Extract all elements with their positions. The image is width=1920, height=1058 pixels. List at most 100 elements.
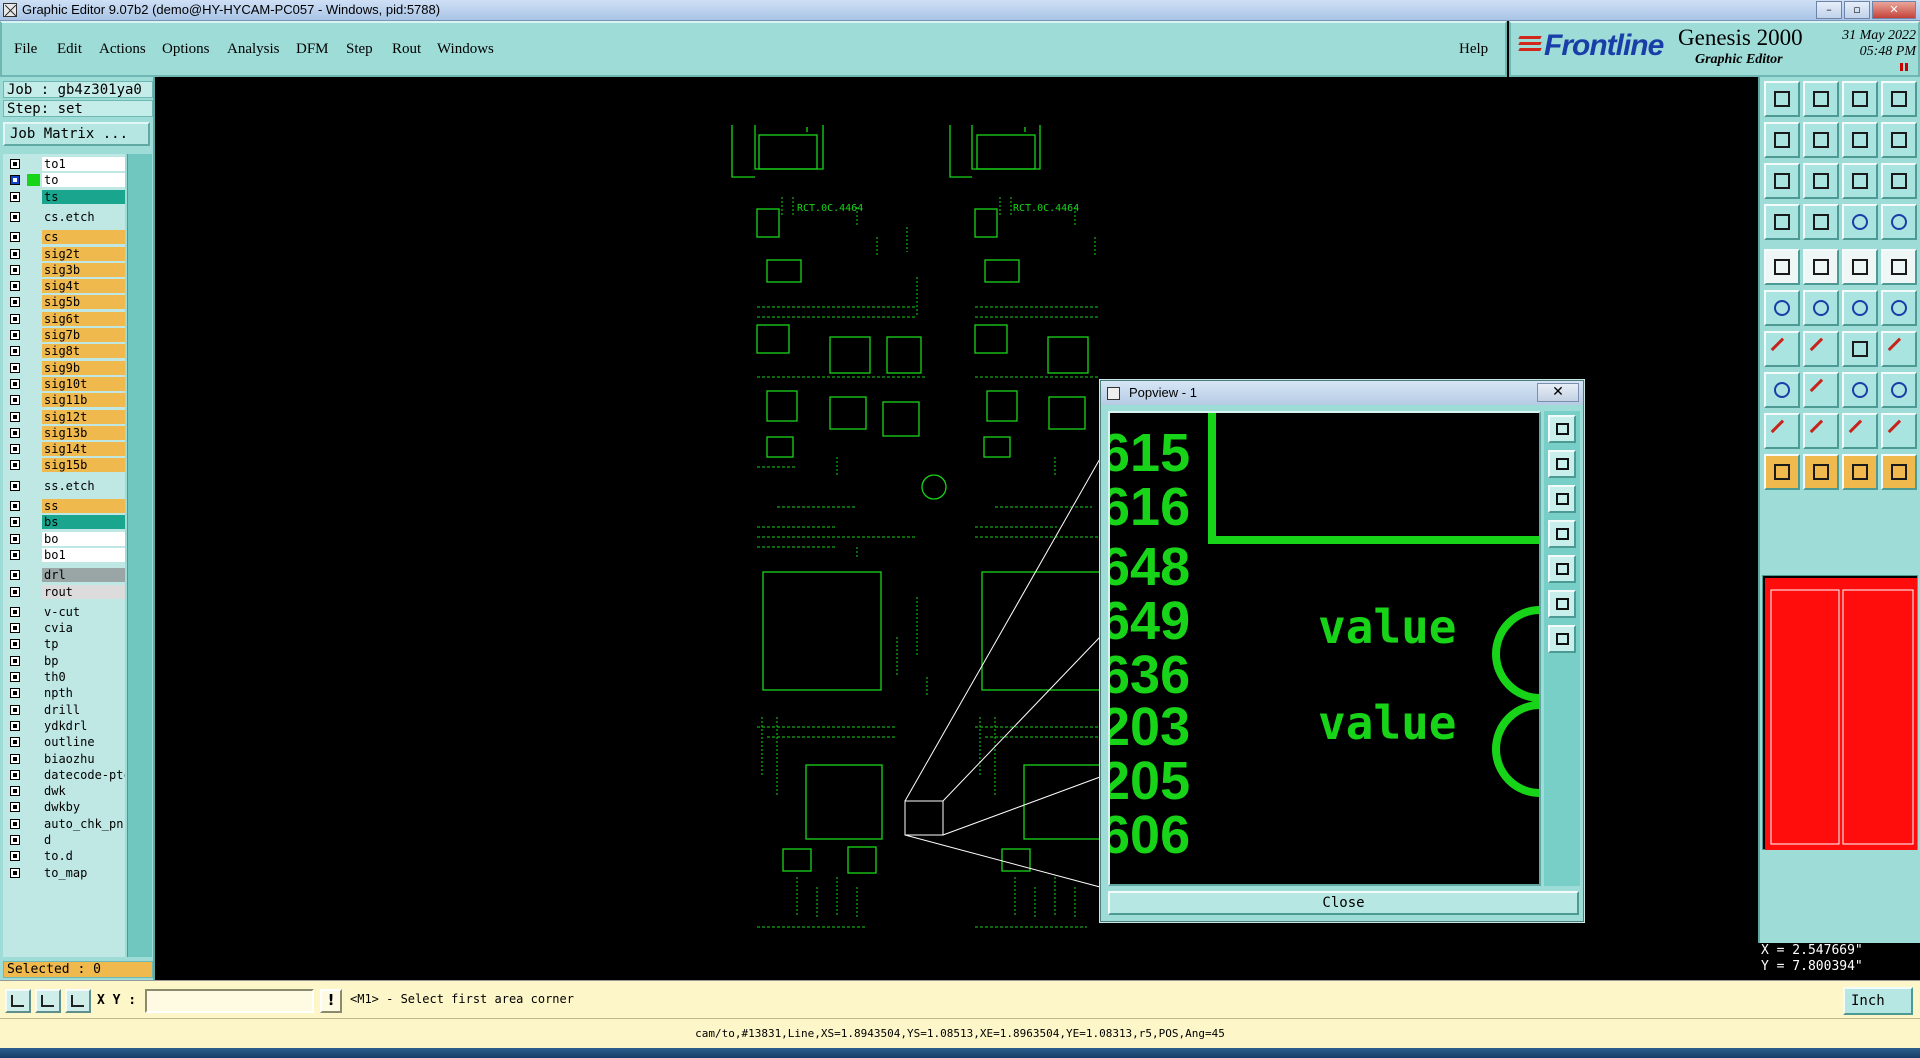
layer-checkbox[interactable] xyxy=(10,688,20,699)
grid-mode-button[interactable] xyxy=(65,989,91,1013)
layer-row-sig4t[interactable]: sig4t xyxy=(3,279,125,294)
layer-name[interactable]: sig7b xyxy=(42,328,125,342)
layer-color-swatch[interactable] xyxy=(27,174,40,187)
layer-row-ydkdrl[interactable]: ydkdrl xyxy=(3,718,125,733)
layer-name[interactable]: sig6t xyxy=(42,311,125,326)
layer-checkbox[interactable] xyxy=(10,655,20,666)
layer-row-cs[interactable]: cs xyxy=(3,230,125,245)
layer-name[interactable]: dwkby xyxy=(42,800,125,815)
layer-checkbox[interactable] xyxy=(10,191,20,202)
job-matrix-button[interactable]: Job Matrix ... xyxy=(3,122,150,146)
layer-row-sig13b[interactable]: sig13b xyxy=(3,425,125,440)
layer-checkbox[interactable] xyxy=(10,586,20,597)
layer-name[interactable]: v-cut xyxy=(42,604,125,619)
layer-name[interactable]: to1 xyxy=(42,157,125,171)
link-tool-button[interactable] xyxy=(1842,204,1878,240)
units-selector[interactable]: Inch xyxy=(1843,987,1913,1015)
slash-tool-button[interactable] xyxy=(1803,331,1839,367)
layer-color-swatch[interactable] xyxy=(27,549,40,561)
layer-list-scrollbar[interactable] xyxy=(127,154,152,957)
popview-title-bar[interactable]: Popview - 1 ✕ xyxy=(1101,381,1583,405)
route-tool-button[interactable] xyxy=(1842,290,1878,326)
layer-color-swatch[interactable] xyxy=(27,736,40,748)
layer-color-swatch[interactable] xyxy=(27,569,40,581)
layer-color-swatch[interactable] xyxy=(27,622,40,634)
grid-tool-button[interactable] xyxy=(1803,204,1839,240)
fit-select-tool-button[interactable] xyxy=(1842,372,1878,408)
layer-row-sig5b[interactable]: sig5b xyxy=(3,295,125,310)
layer-name[interactable]: sig9b xyxy=(42,360,125,375)
layer-row-sig6t[interactable]: sig6t xyxy=(3,311,125,326)
layer-checkbox[interactable] xyxy=(10,517,20,528)
layer-color-swatch[interactable] xyxy=(27,850,40,862)
layer-color-swatch[interactable] xyxy=(27,606,40,618)
layer-name[interactable]: cs xyxy=(42,230,125,245)
layer-row-sig10t[interactable]: sig10t xyxy=(3,376,125,391)
layer-name[interactable]: auto_chk_pn xyxy=(42,816,125,831)
layer-checkbox[interactable] xyxy=(10,480,20,491)
layer-row-biaozhu[interactable]: biaozhu xyxy=(3,751,125,766)
layer-name[interactable]: bo xyxy=(42,531,125,546)
menu-dfm[interactable]: DFM xyxy=(296,41,329,58)
layer-row-auto_chk_pn[interactable]: auto_chk_pn xyxy=(3,816,125,831)
layer-row-bs[interactable]: bs xyxy=(3,515,125,530)
layer-name[interactable]: d xyxy=(42,833,125,847)
route-select-tool-button[interactable] xyxy=(1881,454,1917,490)
layer-checkbox[interactable] xyxy=(10,720,20,731)
corner-tool-button[interactable] xyxy=(1764,372,1800,408)
polygon-tool-button[interactable] xyxy=(1881,413,1917,449)
layer-name[interactable]: sig8t xyxy=(42,344,125,359)
layer-row-d[interactable]: d xyxy=(3,833,125,847)
layer-color-swatch[interactable] xyxy=(27,785,40,797)
layer-row-sig9b[interactable]: sig9b xyxy=(3,360,125,375)
layer-color-swatch[interactable] xyxy=(27,280,40,292)
layer-name[interactable]: to.d xyxy=(42,849,125,864)
layer-row-sig14t[interactable]: sig14t xyxy=(3,442,125,457)
save-tool-button[interactable] xyxy=(1803,81,1839,117)
snap-mode-button[interactable] xyxy=(5,989,31,1013)
layer-row-sig8t[interactable]: sig8t xyxy=(3,344,125,359)
layer-name[interactable]: ss xyxy=(42,499,125,513)
layer-name[interactable]: sig15b xyxy=(42,458,125,473)
layer-checkbox[interactable] xyxy=(10,549,20,560)
layer-color-swatch[interactable] xyxy=(27,443,40,455)
layer-color-swatch[interactable] xyxy=(27,818,40,830)
layer-color-swatch[interactable] xyxy=(27,753,40,765)
layer-name[interactable]: sig5b xyxy=(42,295,125,310)
popview-close-x[interactable]: ✕ xyxy=(1537,383,1579,402)
layer-row-drill[interactable]: drill xyxy=(3,702,125,717)
layer-color-swatch[interactable] xyxy=(27,378,40,390)
scale-tool-button[interactable] xyxy=(1842,163,1878,199)
layer-name[interactable]: th0 xyxy=(42,670,125,684)
layer-row-sig11b[interactable]: sig11b xyxy=(3,393,125,408)
menu-options[interactable]: Options xyxy=(162,41,210,58)
layer-name[interactable]: to_map xyxy=(42,865,125,880)
layer-checkbox[interactable] xyxy=(10,501,20,511)
minimize-button[interactable]: – xyxy=(1816,1,1842,19)
layer-checkbox[interactable] xyxy=(10,411,20,422)
layer-row-drl[interactable]: drl xyxy=(3,568,125,583)
measure-tool-button[interactable] xyxy=(1842,454,1878,490)
layer-name[interactable]: drill xyxy=(42,702,125,717)
layer-checkbox[interactable] xyxy=(10,159,20,169)
layer-checkbox[interactable] xyxy=(10,281,20,292)
connect-tool-button[interactable] xyxy=(1881,204,1917,240)
layer-color-swatch[interactable] xyxy=(27,704,40,716)
split-tool-button[interactable] xyxy=(1881,290,1917,326)
layer-name[interactable]: sig4t xyxy=(42,279,125,294)
layer-name[interactable]: cvia xyxy=(42,621,125,636)
circle-tool-button[interactable] xyxy=(1881,372,1917,408)
add-dot-tool-button[interactable] xyxy=(1881,249,1917,285)
cross-tool-button[interactable] xyxy=(1803,290,1839,326)
layer-color-swatch[interactable] xyxy=(27,769,40,781)
layer-color-swatch[interactable] xyxy=(27,687,40,699)
layer-color-swatch[interactable] xyxy=(27,459,40,471)
layer-row-tp[interactable]: tp xyxy=(3,637,125,652)
layer-color-swatch[interactable] xyxy=(27,362,40,374)
menu-windows[interactable]: Windows xyxy=(437,41,494,58)
layer-color-swatch[interactable] xyxy=(27,867,40,879)
layer-color-swatch[interactable] xyxy=(27,586,40,598)
layer-row-ts[interactable]: ts xyxy=(3,189,125,204)
layer-name[interactable]: rout xyxy=(42,584,125,599)
layer-name[interactable]: bo1 xyxy=(42,547,125,562)
